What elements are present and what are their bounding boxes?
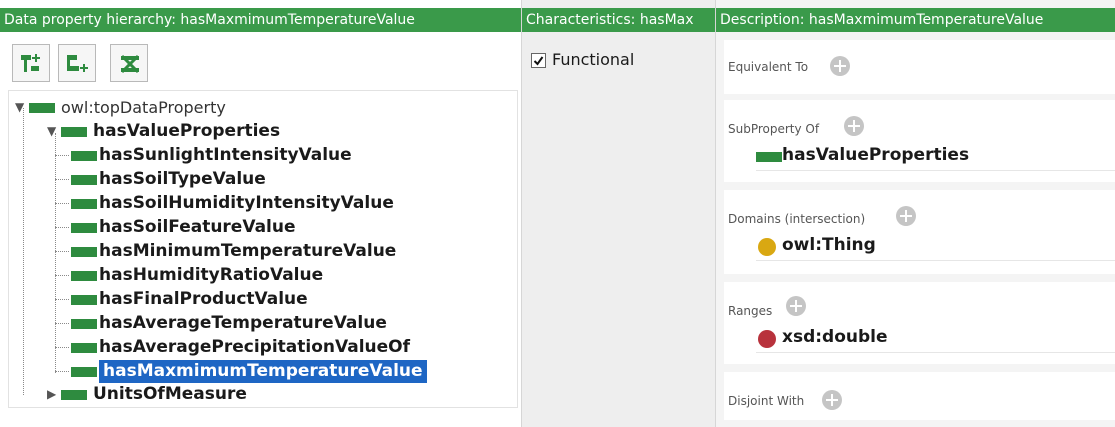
data-property-icon	[71, 319, 97, 329]
add-sibling-icon	[67, 55, 88, 72]
tree-connector	[55, 133, 56, 373]
add-subproperty-of-icon[interactable]	[844, 116, 864, 136]
add-subproperty-button[interactable]	[12, 44, 50, 82]
hierarchy-header: Data property hierarchy: hasMaxmimumTemp…	[0, 8, 521, 32]
equivalent-to-section: Equivalent To	[724, 40, 1115, 94]
functional-label: Functional	[552, 50, 635, 69]
expanded-arrow-icon[interactable]: ▼	[47, 120, 56, 143]
add-disjoint-icon[interactable]	[822, 390, 842, 410]
description-header: Description: hasMaxmimumTemperatureValue	[716, 8, 1115, 32]
collapsed-arrow-icon[interactable]: ▶	[47, 383, 56, 406]
data-property-icon	[71, 343, 97, 353]
data-property-icon	[71, 175, 97, 185]
range-entry[interactable]: xsd:double	[756, 326, 1115, 353]
property-tree[interactable]: ▼ owl:topDataProperty ▼ hasValueProperti…	[8, 90, 518, 408]
delete-property-button[interactable]	[110, 44, 148, 82]
data-property-icon	[71, 367, 97, 377]
description-panel: Description: hasMaxmimumTemperatureValue…	[715, 0, 1115, 427]
add-range-icon[interactable]	[786, 296, 806, 316]
data-property-icon	[61, 390, 87, 400]
section-label: Equivalent To	[728, 60, 809, 74]
section-label: SubProperty Of	[728, 122, 820, 136]
data-property-icon	[71, 199, 97, 209]
check-icon	[533, 56, 544, 66]
tree-connector	[23, 108, 24, 395]
data-property-icon	[71, 295, 97, 305]
data-property-icon	[71, 151, 97, 161]
characteristics-panel: Characteristics: hasMax Functional	[521, 0, 716, 427]
expanded-arrow-icon[interactable]: ▼	[15, 96, 24, 119]
data-property-icon	[71, 223, 97, 233]
owl-class-icon	[758, 238, 776, 256]
disjoint-with-section: Disjoint With	[724, 372, 1115, 420]
data-property-icon	[29, 103, 55, 113]
functional-checkbox[interactable]	[531, 53, 546, 68]
characteristics-header: Characteristics: hasMax	[522, 8, 716, 32]
datatype-icon	[758, 330, 776, 348]
subproperty-of-section: SubProperty Of hasValueProperties	[724, 100, 1115, 182]
data-property-icon	[71, 247, 97, 257]
section-label: Ranges	[728, 304, 773, 318]
section-label: Domains (intersection)	[728, 212, 866, 226]
add-sibling-button[interactable]	[58, 44, 96, 82]
domains-section: Domains (intersection) owl:Thing	[724, 190, 1115, 274]
data-property-hierarchy-panel: Data property hierarchy: hasMaxmimumTemp…	[0, 0, 521, 427]
delete-property-icon	[120, 54, 140, 74]
subproperty-entry[interactable]: hasValueProperties	[756, 144, 1115, 171]
data-property-icon	[61, 127, 87, 137]
add-subproperty-icon	[21, 54, 40, 72]
domain-entry[interactable]: owl:Thing	[756, 234, 1115, 261]
data-property-icon	[71, 271, 97, 281]
ranges-section: Ranges xsd:double	[724, 282, 1115, 364]
add-equivalent-icon[interactable]	[830, 56, 850, 76]
section-label: Disjoint With	[728, 394, 805, 408]
add-domain-icon[interactable]	[896, 206, 916, 226]
data-property-icon	[756, 152, 782, 162]
